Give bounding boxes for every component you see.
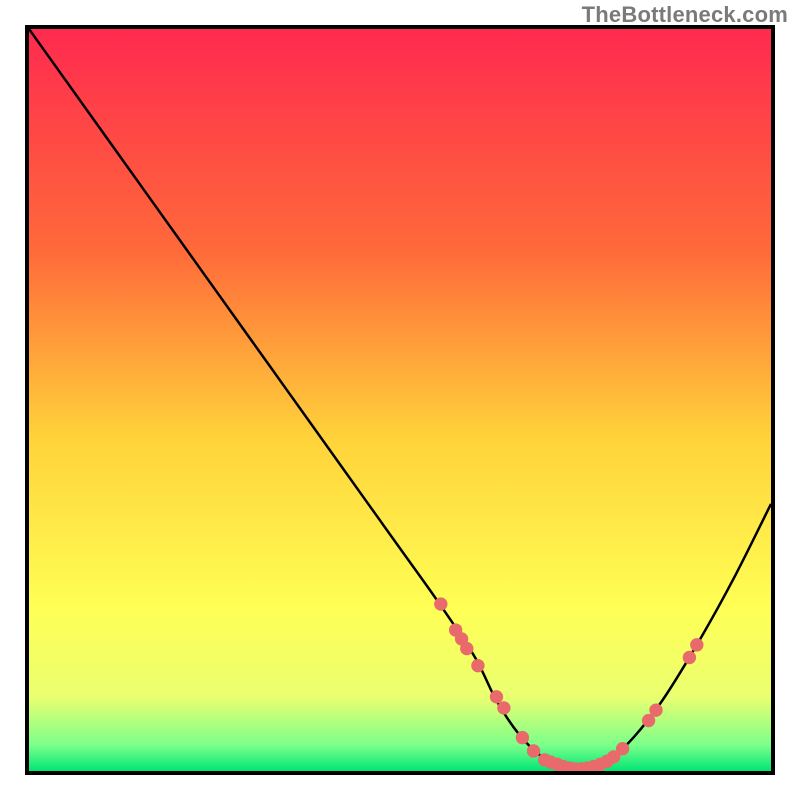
plot-area — [29, 29, 771, 771]
data-dot — [616, 742, 629, 755]
data-dot — [527, 744, 540, 757]
data-dots — [29, 29, 771, 771]
plot-border — [25, 25, 775, 775]
data-dot — [516, 731, 529, 744]
data-dot — [649, 703, 662, 716]
data-dot — [490, 690, 503, 703]
data-dot — [683, 651, 696, 664]
watermark-text: TheBottleneck.com — [582, 2, 788, 28]
chart-frame: TheBottleneck.com — [0, 0, 800, 800]
data-dot — [497, 701, 510, 714]
data-dot — [471, 659, 484, 672]
data-dot — [690, 638, 703, 651]
data-dot — [434, 597, 447, 610]
data-dot — [460, 642, 473, 655]
